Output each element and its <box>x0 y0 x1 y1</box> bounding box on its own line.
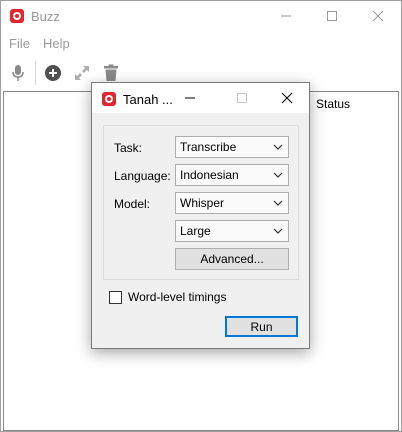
dialog-app-logo-icon <box>102 92 116 106</box>
close-icon <box>372 10 384 22</box>
transcription-options-dialog: Tanah ... Task: Transcribe Language: Ind… <box>91 82 310 349</box>
advanced-button[interactable]: Advanced... <box>175 248 289 270</box>
dialog-maximize-button[interactable] <box>222 83 262 113</box>
app-logo-icon <box>10 9 24 23</box>
minimize-icon <box>281 15 291 17</box>
chevron-down-icon <box>273 200 283 206</box>
maximize-icon <box>327 11 337 21</box>
trash-icon <box>104 64 118 81</box>
dialog-minimize-button[interactable] <box>170 83 210 113</box>
run-button[interactable]: Run <box>225 316 298 337</box>
close-icon <box>281 92 293 104</box>
minimize-icon <box>185 97 195 99</box>
title-bar[interactable]: Buzz <box>1 1 401 31</box>
language-select-value: Indonesian <box>180 168 239 182</box>
task-label: Task: <box>114 141 143 155</box>
task-select[interactable]: Transcribe <box>175 136 289 158</box>
expand-icon <box>75 66 89 80</box>
language-label: Language: <box>114 169 171 183</box>
plus-circle-icon <box>45 65 61 81</box>
dialog-close-button[interactable] <box>267 83 307 113</box>
column-header-status[interactable]: Status <box>316 97 350 111</box>
maximize-icon <box>237 93 247 103</box>
maximize-button[interactable] <box>309 1 355 31</box>
window-title: Buzz <box>31 9 60 24</box>
model-label: Model: <box>114 197 151 211</box>
record-button[interactable] <box>6 61 30 85</box>
chevron-down-icon <box>273 172 283 178</box>
dialog-title: Tanah ... <box>123 92 173 107</box>
model-select[interactable]: Whisper <box>175 192 289 214</box>
model-select-value: Whisper <box>180 196 225 210</box>
import-button[interactable] <box>41 61 65 85</box>
word-level-timings-checkbox[interactable] <box>109 291 122 304</box>
close-button[interactable] <box>355 1 401 31</box>
chevron-down-icon <box>273 144 283 150</box>
toolbar-separator <box>35 61 36 85</box>
microphone-icon <box>12 65 24 81</box>
model-size-select-value: Large <box>180 224 211 238</box>
word-level-timings-label[interactable]: Word-level timings <box>128 290 226 304</box>
menu-bar: File Help <box>1 33 401 53</box>
menu-help[interactable]: Help <box>43 36 70 51</box>
task-select-value: Transcribe <box>180 140 237 154</box>
language-select[interactable]: Indonesian <box>175 164 289 186</box>
chevron-down-icon <box>273 228 283 234</box>
dialog-title-bar[interactable]: Tanah ... <box>92 83 309 113</box>
minimize-button[interactable] <box>263 1 309 31</box>
menu-file[interactable]: File <box>9 36 30 51</box>
model-size-select[interactable]: Large <box>175 220 289 242</box>
